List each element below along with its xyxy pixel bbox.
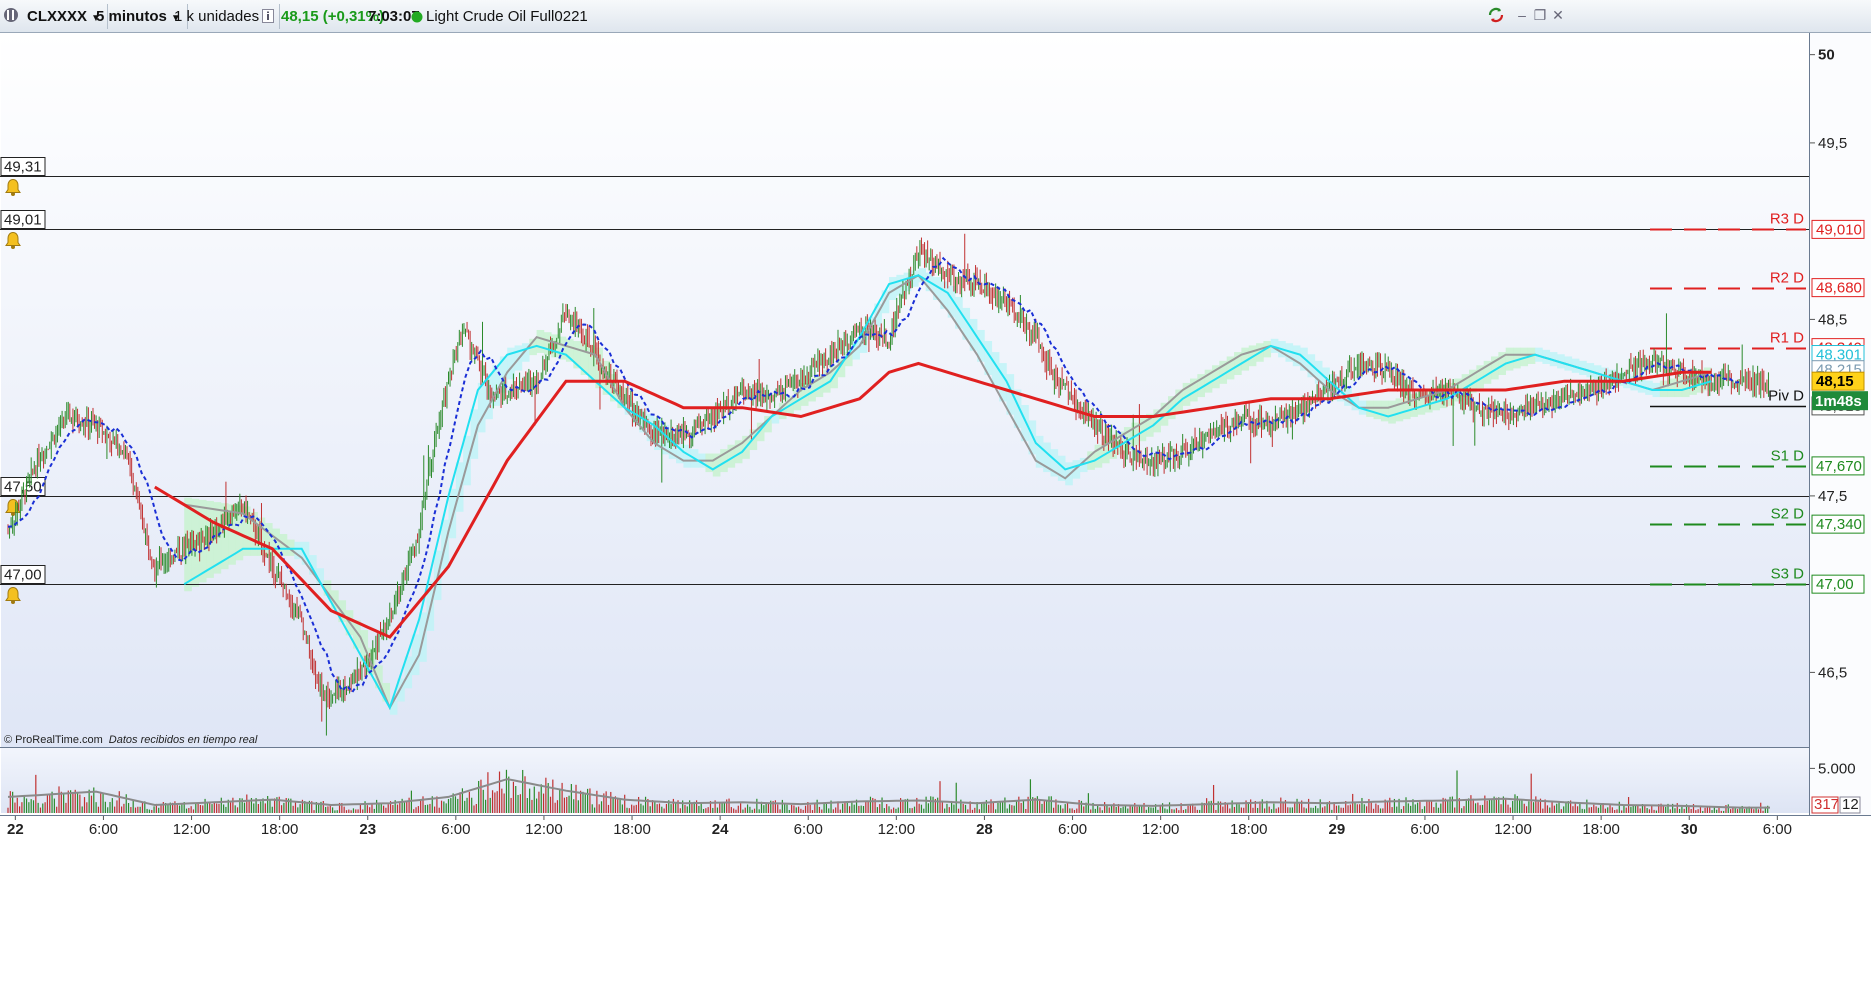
info-icon[interactable] <box>262 4 276 29</box>
x-tick-label: 12:00 <box>1494 821 1532 838</box>
cloud-segment <box>536 329 545 353</box>
alert-label: 47,50 <box>4 479 42 496</box>
pivot-value-tag: 47,670 <box>1816 458 1862 475</box>
cloud-segment <box>1395 398 1404 422</box>
pivot-value-tag: 47,340 <box>1816 516 1862 533</box>
close-icon[interactable]: ✕ <box>1549 6 1567 24</box>
cloud-segment <box>1388 400 1396 424</box>
alert-label: 49,31 <box>4 159 42 176</box>
x-tick-label: 30 <box>1681 821 1698 838</box>
x-tick-label: 6:00 <box>1410 821 1439 838</box>
price-chart[interactable]: 49,31 49,01 47,50 47,00 R3 D R2 D R1 D Piv D S1… <box>0 33 1871 1000</box>
x-tick-label: 18:00 <box>261 821 299 838</box>
ticker-label: CLXXXX <box>27 8 88 25</box>
proreal-logo-icon[interactable] <box>3 4 21 29</box>
x-tick-label: 12:00 <box>173 821 211 838</box>
alert-label: 49,01 <box>4 212 42 229</box>
x-tick-label: 12:00 <box>1142 821 1180 838</box>
volume-scale-label: 12 <box>1842 796 1859 813</box>
pivot-name: R2 D <box>1770 270 1804 287</box>
brand-label: © ProRealTime.com <box>4 734 103 746</box>
x-tick-label: 6:00 <box>794 821 823 838</box>
restore-icon[interactable]: ❐ <box>1531 6 1549 24</box>
y-tick-label: 47,5 <box>1818 488 1847 505</box>
cloud-segment <box>1674 376 1683 398</box>
cloud-segment <box>1505 347 1514 371</box>
refresh-icon[interactable] <box>1487 6 1505 24</box>
pivot-name: R3 D <box>1770 211 1804 228</box>
timeframe-label: 5 minutos <box>96 8 167 25</box>
pivot-value-tag: 48,680 <box>1816 280 1862 297</box>
y-tick-label: 46,5 <box>1818 664 1847 681</box>
y-tick-label: 48,5 <box>1818 311 1847 328</box>
alert-label: 47,00 <box>4 567 42 584</box>
cloud-segment <box>455 462 464 512</box>
x-tick-label: 18:00 <box>1582 821 1620 838</box>
cloud-segment <box>1513 347 1521 369</box>
cloud-segment <box>1373 400 1382 420</box>
pivot-name: Piv D <box>1768 388 1804 405</box>
x-tick-label: 18:00 <box>613 821 651 838</box>
x-tick-label: 6:00 <box>441 821 470 838</box>
x-tick-label: 22 <box>7 821 24 838</box>
x-tick-label: 23 <box>359 821 376 838</box>
brand-text: © ProRealTime.com Datos recibidos en tiem… <box>4 734 258 746</box>
pivot-value-tag: 47,00 <box>1816 576 1854 593</box>
toolbar: CLXXXX▼ 5 minutos▼ 1 k unidades▼ 48,15 (… <box>0 0 1871 33</box>
y-tick-label: 49,5 <box>1818 135 1847 152</box>
pivot-name: R1 D <box>1770 330 1804 347</box>
pivot-value-tag: 49,010 <box>1816 221 1862 238</box>
x-tick-label: 29 <box>1328 821 1345 838</box>
units-label: 1 k unidades <box>174 8 260 25</box>
status-dot-icon <box>411 4 423 29</box>
x-tick-label: 24 <box>712 821 729 838</box>
volume-last-label: 317 <box>1814 796 1839 813</box>
volume-tick-label: 5.000 <box>1818 760 1856 777</box>
x-tick-label: 28 <box>976 821 993 838</box>
cloud-segment <box>470 409 479 459</box>
cloud-segment <box>1366 400 1374 417</box>
realtime-note: Datos recibidos en tiempo real <box>109 734 258 746</box>
x-tick-label: 6:00 <box>1763 821 1792 838</box>
instrument-name: Light Crude Oil Full0221 <box>426 8 588 25</box>
pivot-name: S2 D <box>1771 506 1805 523</box>
x-tick-label: 12:00 <box>525 821 563 838</box>
pivot-name: S3 D <box>1771 566 1805 583</box>
price-pane-bg <box>1 33 1809 747</box>
x-tick-label: 6:00 <box>1058 821 1087 838</box>
x-tick-label: 6:00 <box>89 821 118 838</box>
countdown-label: 1m48s <box>1815 393 1862 410</box>
x-tick-label: 12:00 <box>878 821 916 838</box>
y-tick-label: 50 <box>1818 47 1835 64</box>
pivot-name: S1 D <box>1771 448 1805 465</box>
last-price-tag: 48,15 <box>1816 373 1854 390</box>
cloud-segment <box>1380 400 1389 422</box>
x-tick-label: 18:00 <box>1230 821 1268 838</box>
minimize-icon[interactable]: – <box>1513 6 1531 24</box>
